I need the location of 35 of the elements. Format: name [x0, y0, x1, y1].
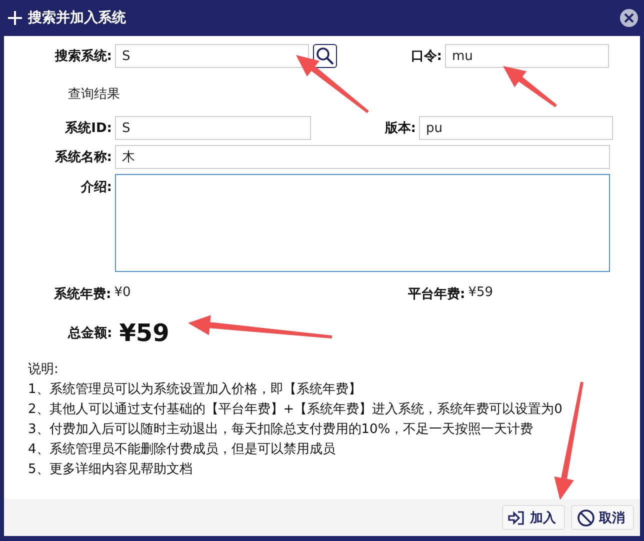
system-name-field[interactable]: 木 — [115, 145, 610, 169]
total-label: 总金额: — [68, 324, 114, 342]
login-icon — [508, 510, 526, 526]
system-id-field[interactable]: S — [115, 116, 311, 140]
fee-value: ¥0 — [114, 285, 131, 302]
fee-value: ¥59 — [468, 285, 494, 302]
ban-icon — [577, 508, 595, 526]
note-text: 2、其他人可以通过支付基础的【平台年费】+【系统年费】进入系统，系统年费可以设置为0 — [28, 401, 564, 419]
note-text: 说明: — [28, 361, 60, 379]
annotation-arrow — [503, 66, 557, 108]
search-button[interactable] — [313, 44, 337, 68]
search-field[interactable]: S — [115, 44, 309, 68]
description-field[interactable] — [115, 174, 610, 272]
plus-icon — [8, 11, 22, 25]
password-field[interactable]: mu — [445, 44, 609, 68]
join-button[interactable]: 加入 — [502, 505, 565, 530]
section-heading: 查询结果 — [68, 86, 121, 103]
note-text: 1、系统管理员可以为系统设置加入价格，即【系统年费】 — [28, 381, 362, 399]
field-label: 介绍: — [80, 179, 113, 196]
cancel-button[interactable]: 取消 — [571, 505, 634, 530]
field-label: 系统ID: — [64, 120, 113, 137]
note-text: 4、系统管理员不能删除付费成员，但是可以禁用成员 — [28, 441, 336, 459]
fee-label: 系统年费: — [54, 286, 112, 303]
search-icon — [316, 47, 334, 65]
note-text: 5、更多详细内容见帮助文档 — [28, 461, 194, 479]
field-label: 口令: — [410, 48, 443, 65]
field-label: 版本: — [384, 120, 417, 137]
version-field[interactable]: pu — [419, 116, 613, 140]
field-label: 搜索系统: — [54, 48, 113, 65]
note-text: 3、付费加入后可以随时主动退出，每天扣除总支付费用的10%，不足一天按照一天计费 — [28, 421, 534, 439]
field-label: 系统名称: — [54, 148, 113, 166]
window-title: 搜索并加入系统 — [28, 9, 127, 27]
close-icon[interactable] — [620, 9, 638, 27]
fee-label: 平台年费: — [408, 286, 466, 303]
total-amount: ¥59 — [119, 319, 170, 347]
